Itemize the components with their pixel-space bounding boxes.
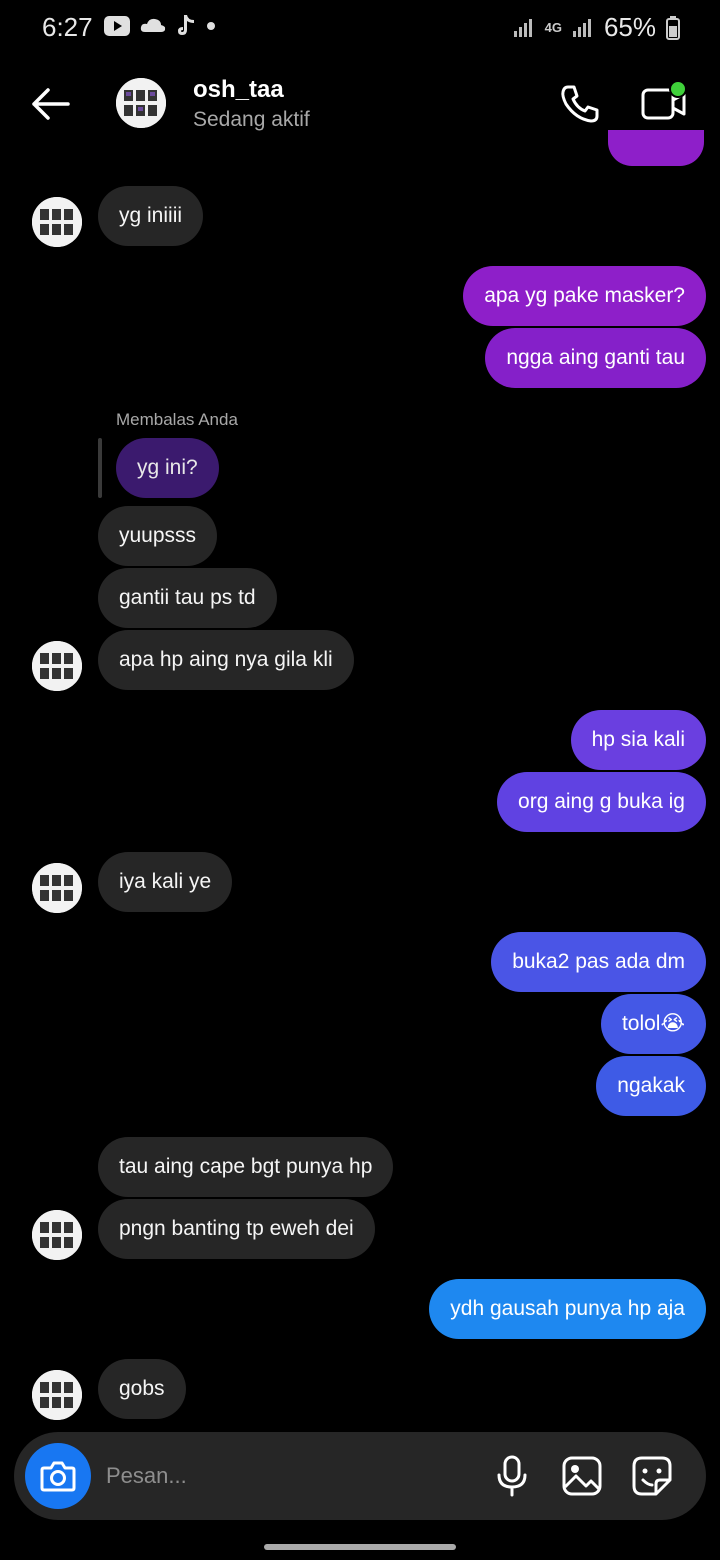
back-arrow-icon[interactable] (28, 84, 72, 124)
cloud-icon (140, 18, 166, 32)
outgoing-bubble-partial (608, 130, 704, 166)
outgoing-message[interactable]: hp sia kali (570, 710, 706, 770)
message-input[interactable] (106, 1454, 486, 1498)
signal-icon-2 (572, 18, 591, 37)
outgoing-message[interactable]: buka2 pas ada dm (491, 932, 706, 992)
outgoing-message[interactable]: org aing g buka ig (497, 772, 706, 832)
video-call-icon[interactable] (640, 80, 688, 124)
camera-icon (40, 1461, 76, 1492)
phone-icon[interactable] (558, 82, 602, 126)
sender-avatar[interactable] (32, 863, 82, 913)
camera-button[interactable] (25, 1443, 91, 1509)
reply-label: Membalas Anda (116, 410, 238, 429)
sender-avatar[interactable] (32, 1210, 82, 1260)
incoming-message[interactable]: iya kali ye (98, 852, 233, 912)
outgoing-message[interactable]: ngakak (596, 1056, 706, 1116)
sender-avatar[interactable] (32, 197, 82, 247)
sender-avatar[interactable] (32, 1370, 82, 1420)
incoming-message[interactable]: pngn banting tp eweh dei (98, 1199, 375, 1259)
outgoing-message[interactable]: tolol😭 (600, 994, 706, 1054)
incoming-message[interactable]: gantii tau ps td (98, 568, 277, 628)
header-avatar[interactable] (116, 78, 166, 128)
incoming-message[interactable]: apa hp aing nya gila kli (98, 630, 354, 690)
incoming-message[interactable]: yuupsss (98, 506, 218, 566)
reply-indicator (98, 438, 102, 498)
incoming-message[interactable]: gobs (98, 1359, 186, 1419)
quoted-message[interactable]: yg ini? (116, 438, 219, 498)
incoming-message[interactable]: tau aing cape bgt punya hp (98, 1137, 394, 1197)
message-composer (14, 1432, 706, 1520)
outgoing-message[interactable]: ngga aing ganti tau (485, 328, 706, 388)
active-status: Sedang aktif (193, 108, 310, 131)
sender-avatar[interactable] (32, 641, 82, 691)
status-bar: 6:27 4G 65% (0, 0, 720, 56)
status-right: 4G 65% (513, 12, 680, 43)
network-type: 4G (544, 20, 562, 35)
notification-icons (104, 14, 216, 38)
microphone-icon[interactable] (490, 1454, 534, 1498)
tiktok-icon (178, 15, 194, 35)
sticker-icon[interactable] (630, 1454, 674, 1498)
youtube-icon (104, 16, 130, 36)
battery-percent: 65% (603, 12, 656, 42)
outgoing-message[interactable]: ydh gausah punya hp aja (429, 1279, 706, 1339)
gallery-icon[interactable] (560, 1454, 604, 1498)
dot-icon (207, 22, 215, 30)
signal-icon (513, 18, 532, 37)
chat-username[interactable]: osh_taa (193, 76, 284, 104)
home-indicator[interactable] (264, 1544, 456, 1550)
status-time: 6:27 (42, 12, 93, 42)
outgoing-message[interactable]: apa yg pake masker? (463, 266, 706, 326)
incoming-message[interactable]: yg iniiii (98, 186, 204, 246)
battery-icon (666, 15, 680, 40)
